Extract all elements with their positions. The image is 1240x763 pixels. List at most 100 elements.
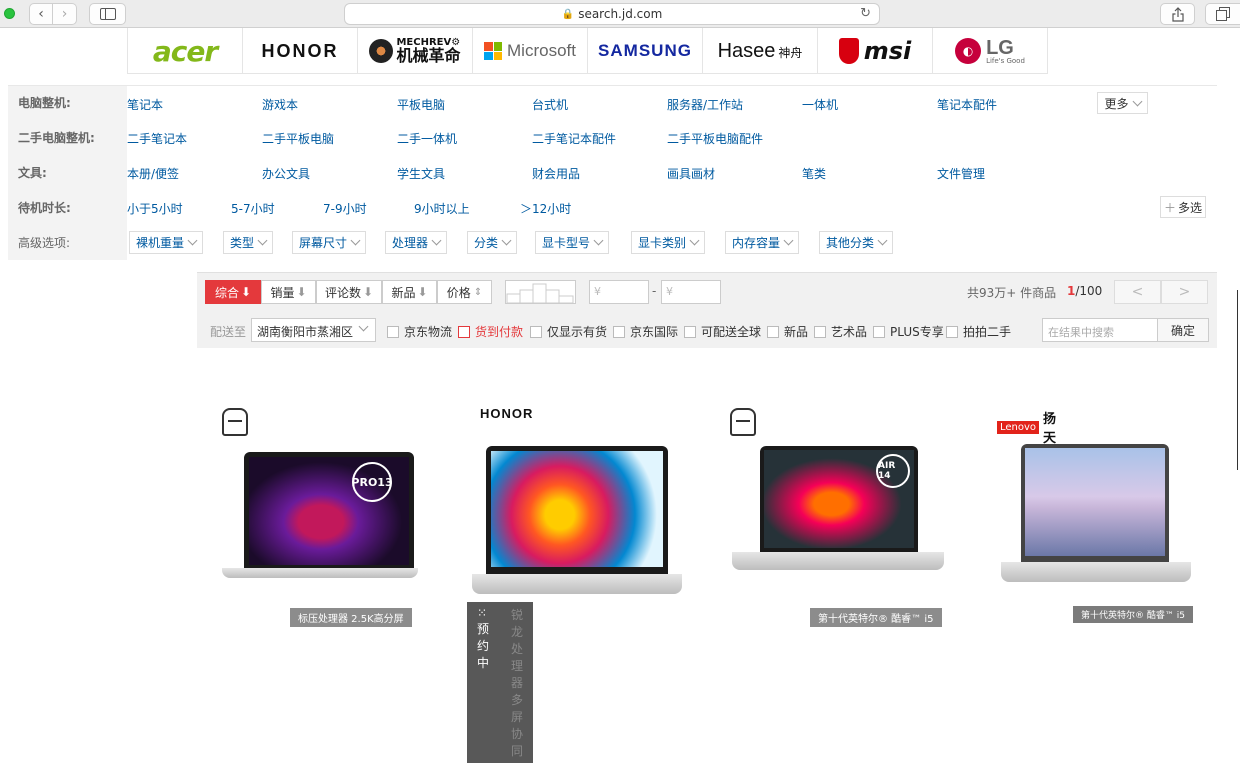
price-max-input[interactable]: ¥ [661, 280, 721, 304]
mechrevo-logo: MECHREV⚙ 机械革命 [369, 38, 461, 64]
result-count: 共93万+ 件商品 [967, 284, 1056, 301]
checkbox-box[interactable] [458, 325, 470, 338]
window-zoom-button[interactable] [4, 8, 15, 19]
brand-lg[interactable]: ◐ LG Life's Good [933, 28, 1048, 74]
advanced-dropdown[interactable]: 其他分类 [819, 231, 894, 254]
checkbox-box[interactable] [873, 325, 885, 338]
sidebar-toggle-button[interactable] [89, 3, 126, 25]
filter-value[interactable]: 文件管理 [937, 165, 985, 182]
hasee-cn-text: 神舟 [778, 45, 803, 60]
forward-button[interactable]: › [53, 3, 77, 25]
checkbox-paipai[interactable]: 拍拍二手 [946, 323, 1011, 340]
tabs-icon [1216, 7, 1230, 21]
back-button[interactable]: ‹ [29, 3, 53, 25]
filter-value[interactable]: 学生文具 [397, 165, 445, 182]
sort-comprehensive[interactable]: 综合 ⬇ [205, 280, 261, 304]
tabs-button[interactable] [1205, 3, 1240, 25]
checkbox-global-ship[interactable]: 可配送全球 [684, 323, 761, 340]
filter-value[interactable]: 二手笔记本配件 [532, 130, 616, 147]
checkbox-box[interactable] [613, 325, 625, 338]
checkbox-box[interactable] [814, 325, 826, 338]
price-dash: - [652, 284, 657, 298]
advanced-dropdown[interactable]: 显卡类别 [631, 231, 706, 254]
filter-value[interactable]: 本册/便签 [127, 165, 179, 182]
brand-strip: acer HONOR MECHREV⚙ 机械革命 Microsoft SAMSUN… [127, 28, 1048, 74]
brand-mechrevo[interactable]: MECHREV⚙ 机械革命 [358, 28, 473, 74]
checkbox-in-stock[interactable]: 仅显示有货 [530, 323, 607, 340]
sort-price[interactable]: 价格 ⇕ [437, 280, 492, 304]
prev-page-button[interactable]: < [1114, 280, 1161, 304]
checkbox-new[interactable]: 新品 [767, 323, 808, 340]
microsoft-text: Microsoft [507, 41, 576, 60]
filter-value[interactable]: 二手笔记本 [127, 130, 187, 147]
checkbox-box[interactable] [387, 325, 399, 338]
confirm-button[interactable]: 确定 [1157, 318, 1209, 342]
brand-msi[interactable]: msi [818, 28, 933, 74]
filter-value[interactable]: 小于5小时 [127, 200, 183, 217]
filter-value[interactable]: 画具画材 [667, 165, 715, 182]
filter-value[interactable]: 二手平板电脑配件 [667, 130, 763, 147]
filter-value[interactable]: 财会用品 [532, 165, 580, 182]
sort-reviews[interactable]: 评论数 ⬇ [316, 280, 382, 304]
filter-value[interactable]: 台式机 [532, 96, 568, 113]
filter-value[interactable]: 一体机 [802, 96, 838, 113]
filter-value[interactable]: ＞12小时 [520, 200, 571, 217]
checkbox-jd-intl[interactable]: 京东国际 [613, 323, 678, 340]
sort-label: 销量 [270, 285, 295, 300]
multi-select-button[interactable]: ＋多选 [1160, 196, 1206, 218]
sidebar-icon [99, 8, 116, 20]
filter-value[interactable]: 二手平板电脑 [262, 130, 334, 147]
dropdown-label: 显卡类别 [638, 236, 687, 250]
filter-value[interactable]: 平板电脑 [397, 96, 445, 113]
more-button[interactable]: 更多 [1097, 92, 1148, 114]
checkbox-jd-logistics[interactable]: 京东物流 [387, 323, 452, 340]
advanced-dropdown[interactable]: 内存容量 [725, 231, 800, 254]
filter-value[interactable]: 游戏本 [262, 96, 298, 113]
advanced-dropdown[interactable]: 显卡型号 [535, 231, 610, 254]
checkbox-box[interactable] [767, 325, 779, 338]
filter-value[interactable]: 二手一体机 [397, 130, 457, 147]
advanced-dropdown[interactable]: 处理器 [385, 231, 448, 254]
filter-value[interactable]: 9小时以上 [414, 200, 470, 217]
brand-honor[interactable]: HONOR [243, 28, 358, 74]
next-page-button[interactable]: > [1161, 280, 1208, 304]
filter-value[interactable]: 笔记本 [127, 96, 163, 113]
hasee-logo: Hasee 神舟 [718, 40, 803, 63]
search-in-results-input[interactable]: 在结果中搜索 [1042, 318, 1158, 342]
price-min-input[interactable]: ¥ [589, 280, 649, 304]
share-button[interactable] [1160, 3, 1195, 25]
checkbox-art[interactable]: 艺术品 [814, 323, 867, 340]
checkbox-label: 京东物流 [404, 325, 453, 339]
filter-value[interactable]: 办公文具 [262, 165, 310, 182]
ship-location-select[interactable]: 湖南衡阳市蒸湘区 [251, 318, 376, 342]
checkbox-box[interactable] [684, 325, 696, 338]
sort-new[interactable]: 新品 ⬇ [382, 280, 437, 304]
advanced-dropdown[interactable]: 屏幕尺寸 [292, 231, 367, 254]
brand-hasee[interactable]: Hasee 神舟 [703, 28, 818, 74]
filter-row-stationery: 文具: 本册/便签 办公文具 学生文具 财会用品 画具画材 笔类 文件管理 [8, 155, 1217, 190]
advanced-dropdown[interactable]: 裸机重量 [129, 231, 204, 254]
sort-sales[interactable]: 销量 ⬇ [261, 280, 316, 304]
advanced-dropdown[interactable]: 分类 [467, 231, 518, 254]
filter-value[interactable]: 7-9小时 [323, 200, 367, 217]
lenovo-box-text: Lenovo [997, 420, 1040, 434]
checkbox-cod[interactable]: 货到付款 [458, 323, 523, 340]
checkbox-plus[interactable]: PLUS专享 [873, 323, 944, 340]
filter-value[interactable]: 服务器/工作站 [667, 96, 743, 113]
dropdown-label: 裸机重量 [136, 236, 185, 250]
address-bar[interactable]: 🔒 search.jd.com ↻ [344, 3, 880, 25]
advanced-dropdown[interactable]: 类型 [223, 231, 274, 254]
filter-value[interactable]: 笔记本配件 [937, 96, 997, 113]
chevron-down-icon [689, 235, 700, 246]
checkbox-label: 货到付款 [475, 325, 524, 339]
checkbox-box[interactable] [946, 325, 958, 338]
price-distribution-icon[interactable] [505, 280, 576, 304]
brand-acer[interactable]: acer [128, 28, 243, 74]
brand-samsung[interactable]: SAMSUNG [588, 28, 703, 74]
product-caption: 标压处理器 2.5K高分屏 [290, 608, 412, 627]
checkbox-box[interactable] [530, 325, 542, 338]
filter-value[interactable]: 5-7小时 [231, 200, 275, 217]
reload-icon[interactable]: ↻ [860, 6, 871, 21]
brand-microsoft[interactable]: Microsoft [473, 28, 588, 74]
filter-value[interactable]: 笔类 [802, 165, 826, 182]
